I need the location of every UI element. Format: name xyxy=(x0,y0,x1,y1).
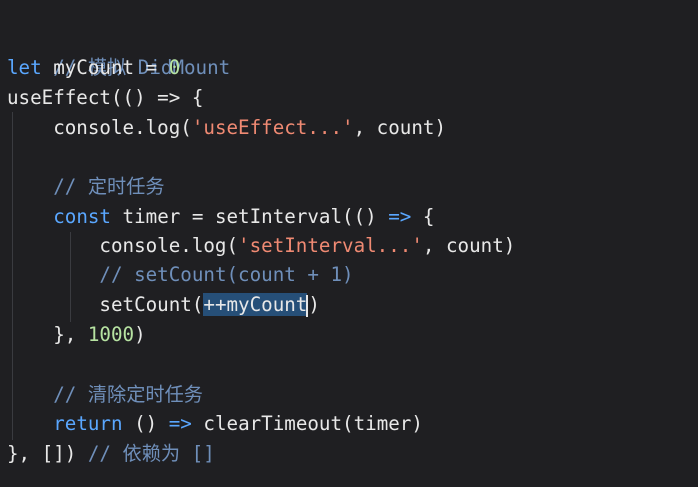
code-text: myCount = xyxy=(41,56,169,79)
code-line-13[interactable]: // 清除定时任务 xyxy=(7,380,203,410)
code-text: }, []) xyxy=(7,442,88,465)
arrow-token: => xyxy=(168,412,192,435)
code-line-14[interactable]: return () => clearTimeout(timer) xyxy=(7,409,423,439)
code-text: ) xyxy=(308,293,320,316)
code-text: }, xyxy=(7,323,88,346)
code-text: console.log( xyxy=(7,234,239,257)
code-line-6[interactable]: // 定时任务 xyxy=(7,172,165,202)
code-text: useEffect(() => { xyxy=(7,86,204,109)
code-text: , count) xyxy=(353,116,446,139)
keyword-token: return xyxy=(53,412,123,435)
arrow-token: => xyxy=(388,205,412,228)
comment-token: // setCount(count + 1) xyxy=(99,263,354,286)
comment-token: // 清除定时任务 xyxy=(53,383,203,406)
keyword-token: let xyxy=(7,56,42,79)
selected-text[interactable]: ++myCount xyxy=(203,293,308,316)
code-text: () xyxy=(122,412,169,435)
number-token: 1000 xyxy=(87,323,135,346)
code-text: timer = setInterval(() xyxy=(110,205,389,228)
keyword-token: const xyxy=(53,205,111,228)
number-token: 0 xyxy=(168,56,181,79)
comment-token: // 定时任务 xyxy=(53,175,165,198)
code-line-1[interactable]: // 模拟 DidMount xyxy=(7,23,230,79)
code-line-15[interactable]: }, []) // 依赖为 [] xyxy=(7,439,215,469)
code-text: clearTimeout(timer) xyxy=(191,412,423,435)
code-text: { xyxy=(411,205,435,228)
code-text: setCount( xyxy=(7,293,204,316)
code-line-4[interactable]: console.log('useEffect...', count) xyxy=(7,113,446,143)
code-line-10[interactable]: setCount(++myCount) xyxy=(7,290,320,320)
code-text: console.log( xyxy=(7,116,192,139)
code-line-2[interactable]: let myCount = 0 xyxy=(7,53,180,83)
code-line-11[interactable]: }, 1000) xyxy=(7,320,146,350)
code-text: ) xyxy=(134,323,146,346)
code-line-7[interactable]: const timer = setInterval(() => { xyxy=(7,202,434,232)
string-token: 'useEffect...' xyxy=(191,116,354,139)
code-text: , count) xyxy=(422,234,516,257)
code-line-3[interactable]: useEffect(() => { xyxy=(7,83,203,113)
comment-token: // 依赖为 [] xyxy=(87,442,215,465)
code-line-9[interactable]: // setCount(count + 1) xyxy=(7,260,354,290)
code-line-8[interactable]: console.log('setInterval...', count) xyxy=(7,231,515,261)
string-token: 'setInterval...' xyxy=(238,234,423,257)
code-editor[interactable]: // 模拟 DidMount let myCount = 0 useEffect… xyxy=(0,0,698,487)
